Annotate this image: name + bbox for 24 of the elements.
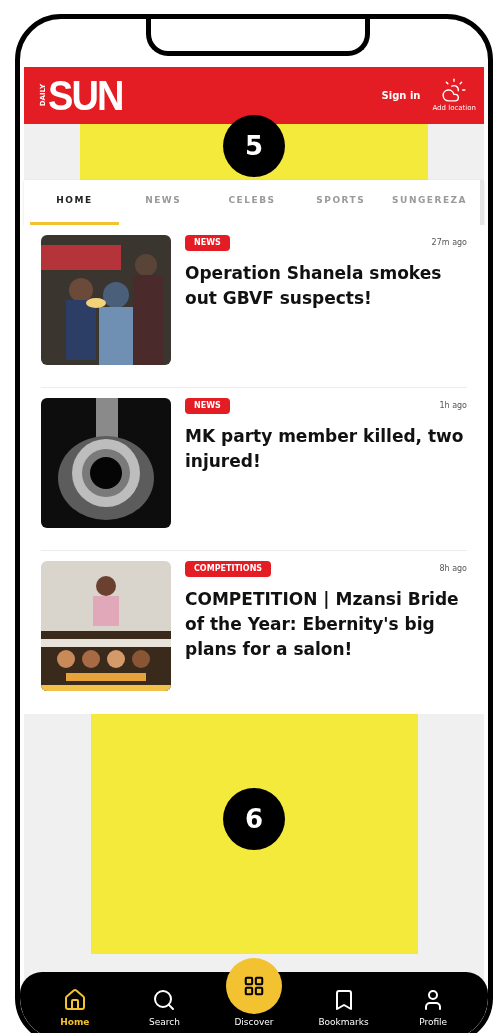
time-text: 8h ago <box>439 563 467 575</box>
marker-badge: 6 <box>223 788 285 850</box>
category-tag: NEWS <box>185 235 230 251</box>
home-icon <box>62 987 87 1012</box>
weather-icon[interactable] <box>441 77 468 104</box>
time-text: 1h ago <box>439 400 467 412</box>
article-card[interactable]: NEWS 1h ago MK party member killed, two injured! <box>41 388 467 551</box>
headline-text: Operation Shanela smokes out GBVF suspects! <box>185 262 443 310</box>
headline-text: MK party member killed, two injured! <box>185 425 465 473</box>
nav-item[interactable]: Profile <box>388 987 478 1029</box>
nav-item[interactable]: Bookmarks <box>298 987 389 1029</box>
marker-badge: 5 <box>223 115 285 177</box>
time-text: 27m ago <box>431 237 467 249</box>
nav-item[interactable]: Home <box>30 987 120 1029</box>
logo: SUN <box>48 74 123 117</box>
grid-icon <box>243 974 265 997</box>
article-card[interactable]: NEWS 27m ago Operation Shanela smokes out GBVF suspects! <box>41 225 467 388</box>
category-tag: NEWS <box>185 398 230 414</box>
headline-text: COMPETITION | Mzansi Bride of the Year: Ebernity's big plans for a salon! <box>185 588 460 661</box>
nav-item[interactable]: Search <box>119 987 210 1029</box>
category-tag: COMPETITIONS <box>185 561 272 577</box>
search-icon <box>152 987 177 1012</box>
sign-in-link[interactable]: Sign in <box>381 88 421 103</box>
article-card[interactable]: COMPETITIONS 8h ago COMPETITION | Mzansi Bride of the Year: Ebernity's big plans for a salon! <box>41 551 467 714</box>
